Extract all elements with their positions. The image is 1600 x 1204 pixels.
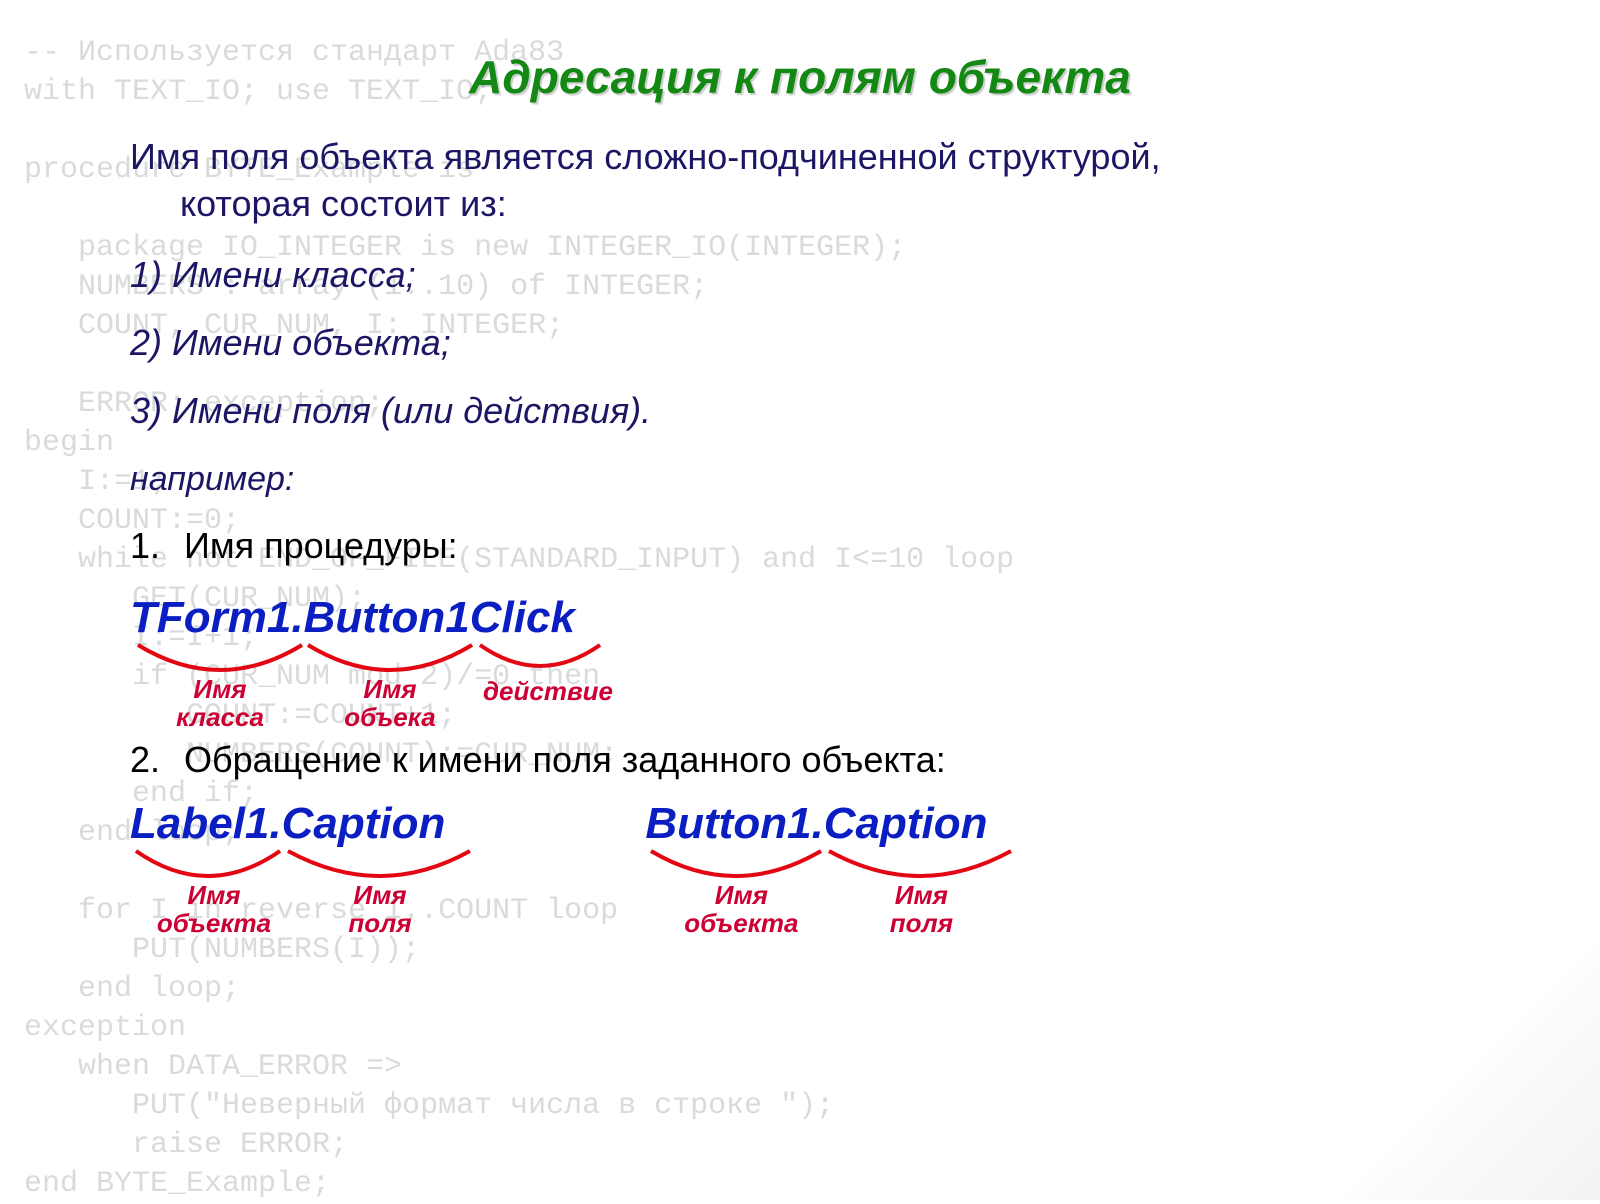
brace-label-field-right: Имяполя — [871, 881, 971, 938]
slide-content: Адресация к полям объекта Имя поля объек… — [0, 0, 1600, 1200]
item-label: Обращение к имени поля заданного объекта… — [184, 739, 946, 780]
numbered-item-2: 2. Обращение к имени поля заданного объе… — [130, 739, 1530, 781]
list-item-2: 2) Имени объекта; — [130, 322, 1530, 364]
brace-label-object-left: Имяобъекта — [154, 881, 274, 938]
brace-label-class: Имякласса — [160, 675, 280, 732]
brace-label-object: Имяобъека — [330, 675, 450, 732]
item-number: 1. — [130, 525, 174, 567]
list-item-3: 3) Имени поля (или действия). — [130, 390, 1530, 432]
field-example-right: Button1.Caption Имяобъекта Имяполя — [645, 799, 987, 935]
intro-line-2: которая состоит из: — [180, 181, 1530, 228]
example-label: например: — [130, 460, 1530, 499]
numbered-item-1: 1. Имя процедуры: — [130, 525, 1530, 567]
brace-label-object-right: Имяобъекта — [681, 881, 801, 938]
field-code-right: Button1.Caption — [645, 799, 987, 849]
slide-title: Адресация к полям объекта — [70, 50, 1530, 104]
item-label: Имя процедуры: — [184, 525, 458, 566]
list-item-1: 1) Имени класса; — [130, 254, 1530, 296]
item-number: 2. — [130, 739, 174, 781]
field-example-left: Label1.Caption Имяобъекта Имяполя — [130, 799, 445, 935]
brace-label-action: действие — [478, 677, 618, 706]
procedure-code: TForm1.Button1Click — [130, 593, 1530, 643]
brace-label-field-left: Имяполя — [330, 881, 430, 938]
field-code-left: Label1.Caption — [130, 799, 445, 849]
intro-line-1: Имя поля объекта является сложно-подчине… — [130, 134, 1530, 181]
